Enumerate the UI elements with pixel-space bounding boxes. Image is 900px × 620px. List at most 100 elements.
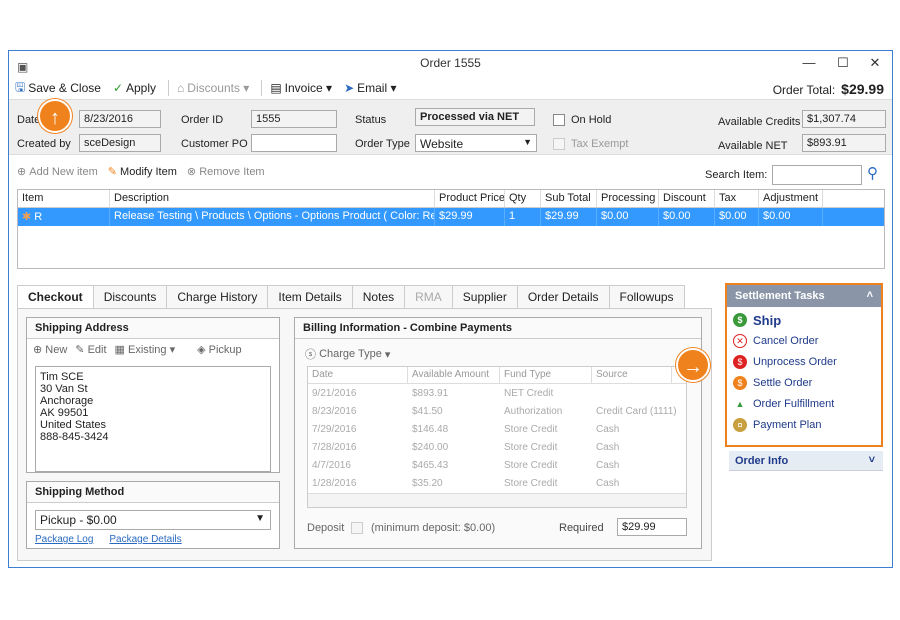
tab-checkout[interactable]: Checkout xyxy=(17,285,94,309)
settle-order-task[interactable]: $ Settle Order xyxy=(733,375,875,391)
available-net-field: $893.91 xyxy=(802,134,886,152)
shipping-method-box: Shipping Method Pickup - $0.00 ▼ Package … xyxy=(26,481,280,549)
tab-notes[interactable]: Notes xyxy=(351,285,406,309)
new-address-button[interactable]: ⊕ New xyxy=(33,343,67,357)
column-header[interactable]: Fund Type xyxy=(500,367,592,383)
address-line: AK 99501 xyxy=(40,407,89,419)
column-header[interactable]: Source xyxy=(592,367,672,383)
required-amount-input[interactable]: $29.99 xyxy=(617,518,687,536)
column-header[interactable]: Item xyxy=(18,190,110,207)
ship-task[interactable]: $ Ship xyxy=(733,312,875,328)
tab-order-details[interactable]: Order Details xyxy=(516,285,610,309)
shipping-method-title: Shipping Method xyxy=(27,482,279,503)
column-header[interactable]: Tax xyxy=(715,190,759,207)
tab-discounts[interactable]: Discounts xyxy=(92,285,168,309)
coins-icon: ¤ xyxy=(733,418,747,432)
table-cell: Release Testing \ Products \ Options - O… xyxy=(110,208,435,226)
checkout-panel: Shipping Address ⊕ New ✎ Edit ▦ Existing… xyxy=(17,308,712,561)
maximize-button[interactable]: ☐ xyxy=(828,51,858,75)
status-label: Status xyxy=(355,114,387,126)
check-circle-icon: ✓ xyxy=(112,81,123,95)
invoice-icon: ▤ xyxy=(270,81,282,95)
address-text: Tim SCE 30 Van St Anchorage AK 99501 Uni… xyxy=(35,366,271,472)
column-header[interactable]: Date xyxy=(308,367,408,383)
on-hold-checkbox-box[interactable] xyxy=(553,114,565,127)
remove-item-button[interactable]: ⊗ Remove Item xyxy=(186,165,265,179)
customer-po-input[interactable] xyxy=(251,134,337,152)
shipping-address-box: Shipping Address ⊕ New ✎ Edit ▦ Existing… xyxy=(26,317,280,473)
column-header[interactable]: Description xyxy=(110,190,435,207)
table-row[interactable]: 8/23/2016 $41.50 Authorization Credit Card … xyxy=(308,402,686,420)
order-fulfillment-task[interactable]: ▲ Order Fulfillment xyxy=(733,396,875,412)
column-header[interactable]: Qty xyxy=(505,190,541,207)
remove-circle-icon: ⊗ xyxy=(186,166,197,178)
shipping-method-select[interactable]: Pickup - $0.00 ▼ xyxy=(35,510,271,530)
search-icon[interactable]: ⚲ xyxy=(867,164,878,182)
address-line: Anchorage xyxy=(40,395,94,407)
column-header[interactable]: Sub Total xyxy=(541,190,597,207)
table-row[interactable]: 1/28/2016 $35.20 Store Credit Cash xyxy=(308,474,686,492)
collapse-icon[interactable]: ˄ xyxy=(867,289,873,301)
table-cell: 1 xyxy=(505,208,541,226)
table-row[interactable]: 7/29/2016 $146.48 Store Credit Cash xyxy=(308,420,686,438)
table-cell: ✱ R xyxy=(18,208,110,226)
tab-rma[interactable]: RMA xyxy=(404,285,453,309)
column-header[interactable]: Discount xyxy=(659,190,715,207)
column-header[interactable]: Processing xyxy=(597,190,659,207)
date-field[interactable]: 8/23/2016 xyxy=(79,110,161,128)
discounts-dropdown[interactable]: ⌂ Discounts ▾ xyxy=(177,81,249,95)
close-button[interactable]: ✕ xyxy=(860,51,890,75)
column-header[interactable]: Product Price xyxy=(435,190,505,207)
edit-address-button[interactable]: ✎ Edit xyxy=(75,343,106,357)
column-header[interactable]: Available Amount xyxy=(408,367,500,383)
dollar-icon: ⓢ xyxy=(305,349,316,361)
payments-grid: Date Available Amount Fund Type Source 9… xyxy=(307,366,687,508)
modify-item-button[interactable]: ✎ Modify Item xyxy=(108,165,177,179)
settlement-tasks-header[interactable]: Settlement Tasks ˄ xyxy=(727,285,881,307)
cancel-order-task[interactable]: ✕ Cancel Order xyxy=(733,333,875,349)
order-type-label: Order Type xyxy=(355,138,410,150)
column-header[interactable]: Adjustment xyxy=(759,190,823,207)
tax-exempt-checkbox-box[interactable] xyxy=(553,138,565,151)
order-info-header[interactable]: Order Info ˅ xyxy=(729,451,883,471)
tab-item-details[interactable]: Item Details xyxy=(267,285,353,309)
table-row[interactable]: 9/21/2016 $893.91 NET Credit xyxy=(308,384,686,402)
deposit-checkbox[interactable] xyxy=(351,522,363,534)
created-by-field: sceDesign xyxy=(79,134,161,152)
save-close-button[interactable]: 🖫 Save & Close xyxy=(15,78,101,99)
table-row[interactable]: 7/28/2016 $240.00 Store Credit Cash xyxy=(308,438,686,456)
unprocess-icon: $ xyxy=(733,355,747,369)
table-row[interactable]: 4/7/2016 $465.43 Store Credit Cash xyxy=(308,456,686,474)
on-hold-checkbox[interactable]: On Hold xyxy=(553,114,611,127)
payment-plan-task[interactable]: ¤ Payment Plan xyxy=(733,417,875,433)
package-log-link[interactable]: Package Log xyxy=(35,534,93,545)
email-dropdown[interactable]: ➤ Email ▾ xyxy=(344,81,396,95)
expand-icon[interactable]: ˅ xyxy=(869,454,875,466)
add-item-button[interactable]: ⊕ Add New item xyxy=(17,165,98,179)
search-item-input[interactable] xyxy=(772,165,862,185)
address-toolbar: ⊕ New ✎ Edit ▦ Existing ▾ ◈ Pickup xyxy=(27,339,279,360)
order-type-select[interactable]: Website ▼ xyxy=(415,134,537,152)
chevron-down-icon: ▼ xyxy=(523,137,532,147)
existing-address-dropdown[interactable]: ▦ Existing ▾ xyxy=(115,343,176,357)
tab-charge-history[interactable]: Charge History xyxy=(166,285,269,309)
arrow-up-icon: ▲ xyxy=(733,397,747,411)
tab-followups[interactable]: Followups xyxy=(608,285,685,309)
charge-type-dropdown[interactable]: ⓢ Charge Type ▾ xyxy=(305,346,390,362)
cancel-icon: ✕ xyxy=(733,334,747,348)
unprocess-order-task[interactable]: $ Unprocess Order xyxy=(733,354,875,370)
apply-button[interactable]: ✓ Apply xyxy=(113,81,156,95)
horizontal-scrollbar[interactable] xyxy=(308,493,686,507)
pickup-button[interactable]: ◈ Pickup xyxy=(197,343,242,357)
deposit-label: Deposit xyxy=(307,522,345,534)
table-row[interactable]: ✱ R Release Testing \ Products \ Options… xyxy=(18,208,884,226)
edit-icon: ✎ xyxy=(75,344,85,356)
tab-supplier[interactable]: Supplier xyxy=(451,285,518,309)
available-credits-label: Available Credits xyxy=(718,116,801,128)
order-total: Order Total: $29.99 xyxy=(772,81,884,97)
invoice-dropdown[interactable]: ▤ Invoice ▾ xyxy=(270,81,332,95)
tax-exempt-checkbox[interactable]: Tax Exempt xyxy=(553,138,628,151)
address-line: United States xyxy=(40,419,107,431)
minimize-button[interactable]: — xyxy=(794,51,824,75)
package-details-link[interactable]: Package Details xyxy=(109,534,181,545)
